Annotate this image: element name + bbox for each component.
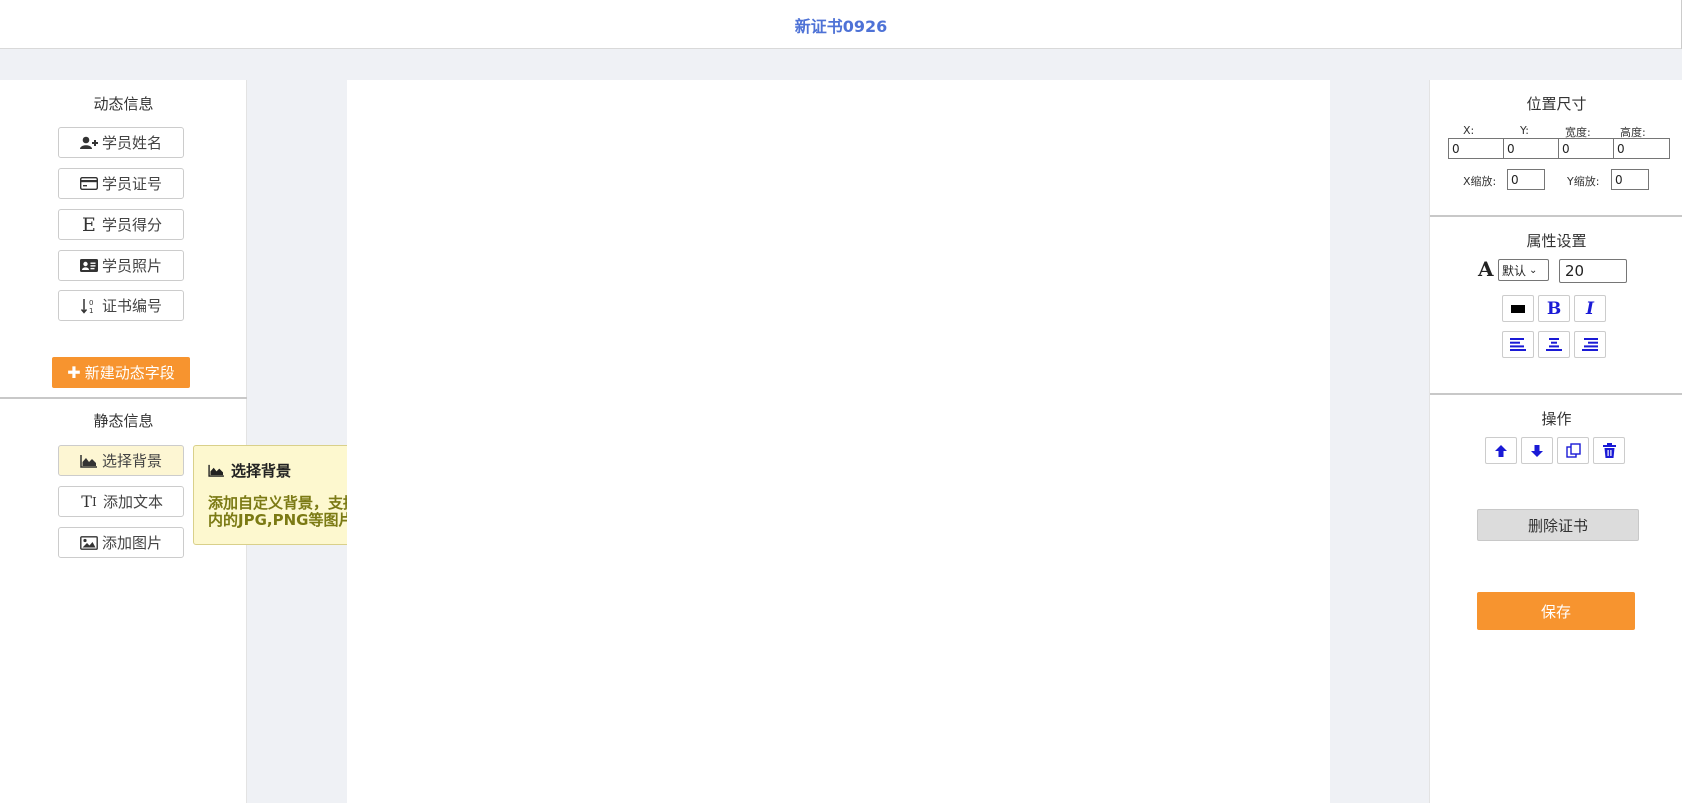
field-label: 添加文本	[102, 493, 163, 511]
field-label: 添加图片	[101, 534, 162, 552]
area-chart-icon	[208, 464, 225, 477]
font-size-input[interactable]	[1559, 259, 1627, 283]
field-button-student-score[interactable]: E 学员得分	[58, 209, 184, 240]
delete-element-button[interactable]	[1593, 437, 1625, 464]
position-size-title: 位置尺寸	[1526, 95, 1587, 113]
bold-button[interactable]: B	[1538, 295, 1570, 322]
trash-icon	[1602, 443, 1616, 458]
field-button-student-name[interactable]: 学员姓名	[58, 127, 184, 158]
image-icon	[80, 535, 98, 551]
move-up-button[interactable]	[1485, 437, 1517, 464]
section-divider	[1430, 215, 1682, 217]
x-scale-label: X缩放:	[1463, 175, 1497, 188]
text-icon: TI	[81, 492, 97, 511]
top-bar: 新证书0926	[0, 0, 1682, 49]
field-button-select-background[interactable]: 选择背景	[58, 445, 184, 476]
arrow-down-icon	[1531, 444, 1543, 457]
align-right-icon	[1582, 338, 1598, 351]
field-label: 学员照片	[101, 257, 162, 275]
add-dynamic-field-label: 新建动态字段	[84, 364, 175, 382]
width-input[interactable]	[1558, 138, 1614, 159]
user-plus-icon	[79, 135, 98, 151]
field-label: 学员姓名	[101, 134, 162, 152]
x-label: X:	[1463, 124, 1475, 137]
left-panel: 动态信息 学员姓名 学员证号 E 学员得分 学员照片 01 证书编号 ✚ 新建动…	[0, 80, 247, 803]
dynamic-info-title: 动态信息	[93, 95, 154, 113]
color-button[interactable]	[1502, 295, 1534, 322]
right-panel: 位置尺寸 X: Y: 宽度: 高度: X缩放: Y缩放: 属性设置 A 默认 ⌄…	[1429, 80, 1682, 803]
save-button[interactable]: 保存	[1477, 592, 1635, 630]
field-button-student-id[interactable]: 学员证号	[58, 168, 184, 199]
field-button-add-text[interactable]: TI 添加文本	[58, 486, 184, 517]
field-button-add-image[interactable]: 添加图片	[58, 527, 184, 558]
font-family-select[interactable]: 默认 ⌄	[1498, 259, 1549, 281]
plus-icon: ✚	[67, 363, 81, 382]
align-left-button[interactable]	[1502, 331, 1534, 358]
field-button-student-photo[interactable]: 学员照片	[58, 250, 184, 281]
height-input[interactable]	[1613, 138, 1670, 159]
font-family-value: 默认	[1502, 263, 1527, 278]
field-label: 选择背景	[101, 452, 162, 470]
section-divider	[1430, 393, 1682, 395]
certificate-canvas[interactable]	[347, 80, 1330, 803]
delete-certificate-button[interactable]: 删除证书	[1477, 509, 1639, 541]
y-label: Y:	[1520, 124, 1529, 137]
photo-card-icon	[79, 258, 98, 274]
field-label: 学员证号	[101, 175, 162, 193]
x-input[interactable]	[1448, 138, 1504, 159]
move-down-button[interactable]	[1521, 437, 1553, 464]
chevron-down-icon: ⌄	[1529, 264, 1538, 276]
field-label: 证书编号	[101, 297, 162, 315]
bold-icon: B	[1546, 298, 1562, 319]
copy-icon	[1565, 443, 1581, 458]
add-dynamic-field-button[interactable]: ✚ 新建动态字段	[52, 357, 190, 388]
color-swatch-icon	[1511, 304, 1525, 313]
arrow-up-icon	[1495, 444, 1507, 457]
id-card-icon	[79, 176, 98, 192]
page-title: 新证书0926	[794, 17, 888, 36]
field-label: 学员得分	[101, 216, 162, 234]
italic-button[interactable]: I	[1574, 295, 1606, 322]
align-center-icon	[1546, 338, 1562, 351]
tooltip-title: 选择背景	[231, 462, 292, 480]
align-center-button[interactable]	[1538, 331, 1570, 358]
sort-number-icon: 01	[80, 298, 98, 314]
copy-button[interactable]	[1557, 437, 1589, 464]
y-input[interactable]	[1503, 138, 1559, 159]
italic-icon: I	[1586, 298, 1594, 319]
y-scale-input[interactable]	[1611, 169, 1649, 190]
operations-title: 操作	[1541, 410, 1572, 428]
font-icon: A	[1478, 257, 1494, 281]
area-chart-icon	[80, 453, 98, 469]
x-scale-input[interactable]	[1507, 169, 1545, 190]
score-icon: E	[82, 213, 96, 236]
field-button-certificate-number[interactable]: 01 证书编号	[58, 290, 184, 321]
section-divider	[0, 397, 247, 399]
align-right-button[interactable]	[1574, 331, 1606, 358]
svg-text:0: 0	[89, 299, 93, 307]
static-info-title: 静态信息	[93, 412, 154, 430]
y-scale-label: Y缩放:	[1567, 175, 1600, 188]
attribute-settings-title: 属性设置	[1526, 232, 1587, 250]
svg-text:1: 1	[89, 307, 93, 314]
align-left-icon	[1510, 338, 1526, 351]
